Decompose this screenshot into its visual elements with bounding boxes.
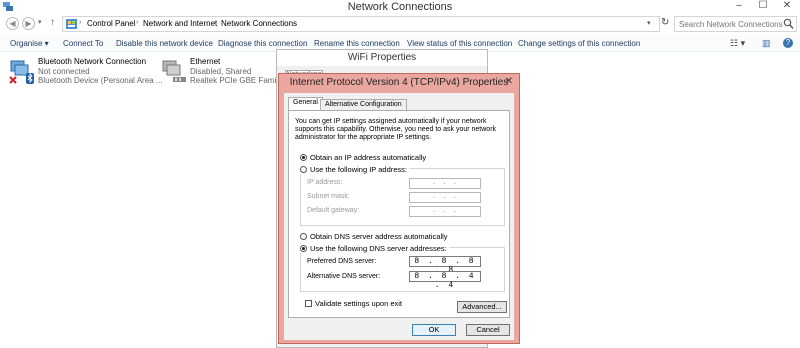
radio-label: Obtain an IP address automatically: [310, 153, 427, 162]
ipv4-dialog-title: Internet Protocol Version 4 (TCP/IPv4) P…: [289, 77, 509, 88]
rename-button[interactable]: Rename this connection: [314, 39, 400, 48]
use-following-ip-radio[interactable]: Use the following IP address:: [300, 165, 409, 174]
checkbox-label: Validate settings upon exit: [315, 299, 403, 308]
close-button[interactable]: ✕: [775, 0, 799, 13]
forward-button[interactable]: ▶: [22, 17, 35, 30]
alternative-dns-label: Alternative DNS server:: [307, 273, 381, 280]
adapter-status: Not connected: [38, 67, 90, 76]
alternative-dns-field[interactable]: 8 . 8 . 4 . 4: [409, 271, 481, 290]
refresh-icon[interactable]: ↻: [661, 17, 669, 28]
adapter-status: Disabled, Shared: [190, 67, 252, 76]
ok-button[interactable]: OK: [412, 324, 456, 336]
address-dropdown-icon[interactable]: ▾: [647, 19, 651, 27]
radio-selected-icon: [300, 245, 307, 252]
checkbox-icon: [305, 300, 312, 307]
subnet-mask-label: Subnet mask:: [307, 193, 350, 200]
search-input[interactable]: [675, 17, 783, 31]
dialog-body: General Alternative Configuration You ca…: [284, 93, 514, 340]
preview-pane-icon[interactable]: ▥: [762, 38, 771, 49]
search-box[interactable]: [674, 16, 797, 32]
change-settings-button[interactable]: Change settings of this connection: [518, 39, 640, 48]
adapter-device: Bluetooth Device (Personal Area ...: [38, 76, 163, 85]
bluetooth-adapter-icon: [9, 60, 34, 84]
back-button[interactable]: ◀: [6, 17, 19, 30]
radio-label: Obtain DNS server address automatically: [310, 232, 448, 241]
recent-locations-icon[interactable]: ▾: [38, 18, 42, 26]
general-tab-panel: You can get IP settings assigned automat…: [288, 110, 510, 318]
radio-label: Use the following IP address:: [310, 165, 407, 174]
preferred-dns-label: Preferred DNS server:: [307, 258, 377, 265]
ip-address-field[interactable]: . . .: [409, 178, 481, 189]
help-icon[interactable]: ?: [783, 38, 793, 48]
preferred-dns-field[interactable]: 8 . 8 . 8 . 8: [409, 256, 481, 275]
adapter-ethernet[interactable]: Ethernet Disabled, Shared Realtek PCIe G…: [160, 57, 294, 87]
breadcrumb-separator[interactable]: ›: [136, 19, 138, 26]
wifi-dialog-title: WiFi Properties: [277, 50, 487, 66]
default-gateway-field[interactable]: . . .: [409, 206, 481, 217]
breadcrumb-separator[interactable]: ›: [214, 19, 216, 26]
advanced-button[interactable]: Advanced...: [457, 301, 507, 313]
default-gateway-label: Default gateway:: [307, 207, 360, 214]
use-following-dns-radio[interactable]: Use the following DNS server addresses:: [300, 244, 449, 253]
disable-device-button[interactable]: Disable this network device: [116, 39, 213, 48]
maximize-button[interactable]: ☐: [751, 0, 775, 13]
diagnose-button[interactable]: Diagnose this connection: [218, 39, 307, 48]
tab-general[interactable]: General: [288, 97, 323, 111]
adapter-name: Ethernet: [190, 57, 221, 66]
adapter-bluetooth[interactable]: Bluetooth Network Connection Not connect…: [8, 57, 178, 87]
obtain-ip-auto-radio[interactable]: Obtain an IP address automatically: [300, 153, 426, 162]
breadcrumb-network-connections[interactable]: Network Connections: [221, 19, 297, 28]
radio-selected-icon: [300, 154, 307, 161]
cancel-button[interactable]: Cancel: [466, 324, 510, 336]
control-panel-icon: [66, 19, 77, 29]
dns-address-group: [300, 247, 505, 292]
obtain-dns-auto-radio[interactable]: Obtain DNS server address automatically: [300, 232, 448, 241]
validate-settings-checkbox[interactable]: Validate settings upon exit: [305, 299, 402, 308]
subnet-mask-field[interactable]: . . .: [409, 192, 481, 203]
view-status-button[interactable]: View status of this connection: [407, 39, 512, 48]
ip-address-label: IP address:: [307, 179, 343, 186]
search-icon[interactable]: [783, 18, 794, 30]
connect-to-button[interactable]: Connect To: [63, 39, 103, 48]
organise-button[interactable]: Organise ▾: [10, 39, 49, 48]
change-view-icon[interactable]: ☷ ▾: [730, 38, 745, 49]
dialog-close-icon[interactable]: ✕: [505, 76, 513, 87]
radio-unselected-icon: [300, 233, 307, 240]
address-row: ◀ ▶ ▾ ↑ › Control Panel › Network and In…: [0, 15, 800, 33]
ip-settings-description: You can get IP settings assigned automat…: [295, 118, 497, 141]
window-title: Network Connections: [347, 1, 453, 13]
breadcrumb-separator: ›: [79, 19, 82, 26]
minimize-button[interactable]: –: [727, 0, 751, 13]
address-bar[interactable]: › Control Panel › Network and Internet ›…: [62, 16, 660, 32]
up-button[interactable]: ↑: [50, 17, 55, 28]
adapter-name: Bluetooth Network Connection: [38, 57, 147, 66]
breadcrumb-control-panel[interactable]: Control Panel: [87, 19, 135, 28]
radio-unselected-icon: [300, 166, 307, 173]
ethernet-adapter-icon: [162, 60, 186, 82]
ipv4-properties-dialog: Internet Protocol Version 4 (TCP/IPv4) P…: [278, 73, 520, 344]
breadcrumb-network-and-internet[interactable]: Network and Internet: [143, 19, 217, 28]
title-bar: Network Connections – ☐ ✕: [0, 0, 800, 13]
radio-label: Use the following DNS server addresses:: [310, 244, 447, 253]
